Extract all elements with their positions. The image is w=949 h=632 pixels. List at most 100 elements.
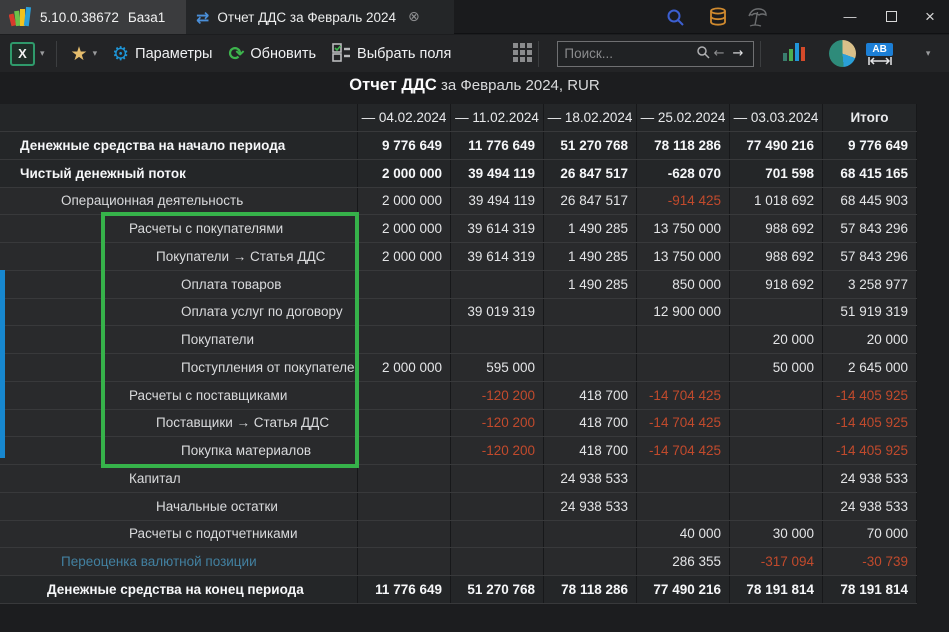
bar-chart-icon[interactable] — [781, 39, 807, 68]
cell-total-value: -14 405 925 — [823, 382, 917, 409]
cell-value — [358, 548, 451, 575]
cell-value: 2 000 000 — [358, 160, 451, 187]
table-row[interactable]: Поставщики → Статья ДДС-120 200418 700-1… — [0, 410, 917, 438]
search-next-icon[interactable]: → — [728, 46, 747, 61]
minimize-button[interactable]: — — [836, 0, 864, 33]
row-label[interactable]: Денежные средства на начало периода — [0, 132, 358, 159]
cell-value — [358, 271, 451, 298]
gear-icon[interactable]: ⚙ — [112, 43, 129, 65]
grid-view-icon[interactable] — [513, 43, 532, 65]
row-label[interactable]: Денежные средства на конец периода — [0, 576, 358, 603]
refresh-button[interactable]: Обновить — [250, 46, 316, 62]
column-header[interactable]: — 18.02.2024 — [544, 104, 637, 131]
table-row[interactable]: Покупка материалов-120 200418 700-14 704… — [0, 437, 917, 465]
close-button[interactable]: × — [916, 0, 944, 33]
base-tab[interactable]: База1 — [128, 10, 165, 25]
cell-total-value: 24 938 533 — [823, 493, 917, 520]
row-label[interactable]: Поступления от покупателей — [0, 354, 358, 381]
cell-value: 39 019 319 — [451, 299, 544, 326]
cell-total-value: 70 000 — [823, 521, 917, 548]
table-row[interactable]: Оплата товаров1 490 285850 000918 6923 2… — [0, 271, 917, 299]
toolbar-overflow-caret[interactable]: ▾ — [921, 49, 936, 59]
table-row[interactable]: Операционная деятельность2 000 00039 494… — [0, 188, 917, 216]
row-label[interactable]: Оплата услуг по договору — [0, 299, 358, 326]
table-row[interactable]: Расчеты с подотчетниками40 00030 00070 0… — [0, 521, 917, 549]
table-row[interactable]: Расчеты с покупателями2 000 00039 614 31… — [0, 215, 917, 243]
cell-value — [730, 382, 823, 409]
table-row[interactable]: Начальные остатки24 938 53324 938 533 — [0, 493, 917, 521]
row-label[interactable]: Покупка материалов — [0, 437, 358, 464]
cell-value: 13 750 000 — [637, 243, 730, 270]
cell-value — [358, 299, 451, 326]
table-row[interactable]: Капитал24 938 53324 938 533 — [0, 465, 917, 493]
cell-value: 2 000 000 — [358, 354, 451, 381]
search-box[interactable]: ← → — [557, 41, 754, 67]
column-header[interactable]: — 25.02.2024 — [637, 104, 730, 131]
database-icon[interactable] — [706, 6, 730, 28]
row-label[interactable]: Переоценка валютной позиции — [0, 548, 358, 575]
search-prev-icon[interactable]: ← — [710, 46, 729, 61]
search-icon[interactable] — [663, 6, 687, 28]
cell-value: 2 000 000 — [358, 188, 451, 215]
table-row[interactable]: Чистый денежный поток2 000 00039 494 119… — [0, 160, 917, 188]
tab-close-icon[interactable]: ⊗ — [408, 9, 420, 25]
cell-value — [544, 299, 637, 326]
cell-value: 39 494 119 — [451, 160, 544, 187]
cell-value — [544, 521, 637, 548]
row-label[interactable]: Расчеты с поставщиками — [0, 382, 358, 409]
select-fields-icon[interactable] — [332, 43, 351, 65]
maximize-button[interactable] — [877, 0, 905, 33]
report-table-body: Денежные средства на начало периода9 776… — [0, 132, 917, 604]
params-button[interactable]: Параметры — [135, 46, 212, 62]
table-row[interactable]: Поступления от покупателей2 000 000595 0… — [0, 354, 917, 382]
umbrella-icon[interactable] — [745, 6, 769, 28]
cell-value — [358, 437, 451, 464]
row-label[interactable]: Поставщики → Статья ДДС — [0, 410, 358, 437]
column-header[interactable]: — 04.02.2024 — [358, 104, 451, 131]
select-fields-button[interactable]: Выбрать поля — [357, 46, 451, 62]
cell-value: -14 704 425 — [637, 382, 730, 409]
column-header-total[interactable]: Итого — [823, 104, 917, 131]
cell-value — [544, 354, 637, 381]
excel-export-button[interactable]: X — [10, 42, 35, 66]
cell-value: -628 070 — [637, 160, 730, 187]
refresh-icon[interactable]: ⟳ — [228, 43, 244, 65]
pie-chart-icon[interactable] — [829, 40, 856, 67]
row-label[interactable]: Расчеты с покупателями — [0, 215, 358, 242]
report-tab[interactable]: ⇄ Отчет ДДС за Февраль 2024 ⊗ — [186, 0, 454, 34]
row-label[interactable]: Расчеты с подотчетниками — [0, 521, 358, 548]
cell-value — [730, 437, 823, 464]
favorites-star-button[interactable]: ★ — [71, 43, 88, 65]
row-label[interactable]: Капитал — [0, 465, 358, 492]
cell-value — [358, 410, 451, 437]
cell-value: 51 270 768 — [544, 132, 637, 159]
cell-value: 11 776 649 — [358, 576, 451, 603]
search-field-icon[interactable] — [696, 45, 710, 62]
cell-total-value: 51 919 319 — [823, 299, 917, 326]
star-dropdown-caret[interactable]: ▾ — [88, 49, 103, 59]
table-row[interactable]: Переоценка валютной позиции286 355-317 0… — [0, 548, 917, 576]
cell-total-value: -14 405 925 — [823, 437, 917, 464]
table-row[interactable]: Покупатели → Статья ДДС2 000 00039 614 3… — [0, 243, 917, 271]
table-row[interactable]: Денежные средства на конец периода11 776… — [0, 576, 917, 604]
column-header[interactable]: — 03.03.2024 — [730, 104, 823, 131]
row-label[interactable]: Чистый денежный поток — [0, 160, 358, 187]
row-label[interactable]: Покупатели → Статья ДДС — [0, 243, 358, 270]
row-label[interactable]: Покупатели — [0, 326, 358, 353]
table-row[interactable]: Расчеты с поставщиками-120 200418 700-14… — [0, 382, 917, 410]
excel-dropdown-caret[interactable]: ▾ — [35, 49, 50, 59]
table-row[interactable]: Покупатели20 00020 000 — [0, 326, 917, 354]
left-scroll-indicator[interactable] — [0, 270, 5, 458]
search-input[interactable] — [564, 46, 695, 61]
row-label[interactable]: Оплата товаров — [0, 271, 358, 298]
autofit-width-button[interactable]: AB — [866, 43, 892, 65]
cell-value: 13 750 000 — [637, 215, 730, 242]
table-row[interactable]: Денежные средства на начало периода9 776… — [0, 132, 917, 160]
column-header[interactable]: — 11.02.2024 — [451, 104, 544, 131]
row-label[interactable]: Операционная деятельность — [0, 188, 358, 215]
cell-value — [637, 465, 730, 492]
cell-value — [730, 299, 823, 326]
row-label[interactable]: Начальные остатки — [0, 493, 358, 520]
cell-value: 418 700 — [544, 410, 637, 437]
table-row[interactable]: Оплата услуг по договору39 019 31912 900… — [0, 299, 917, 327]
